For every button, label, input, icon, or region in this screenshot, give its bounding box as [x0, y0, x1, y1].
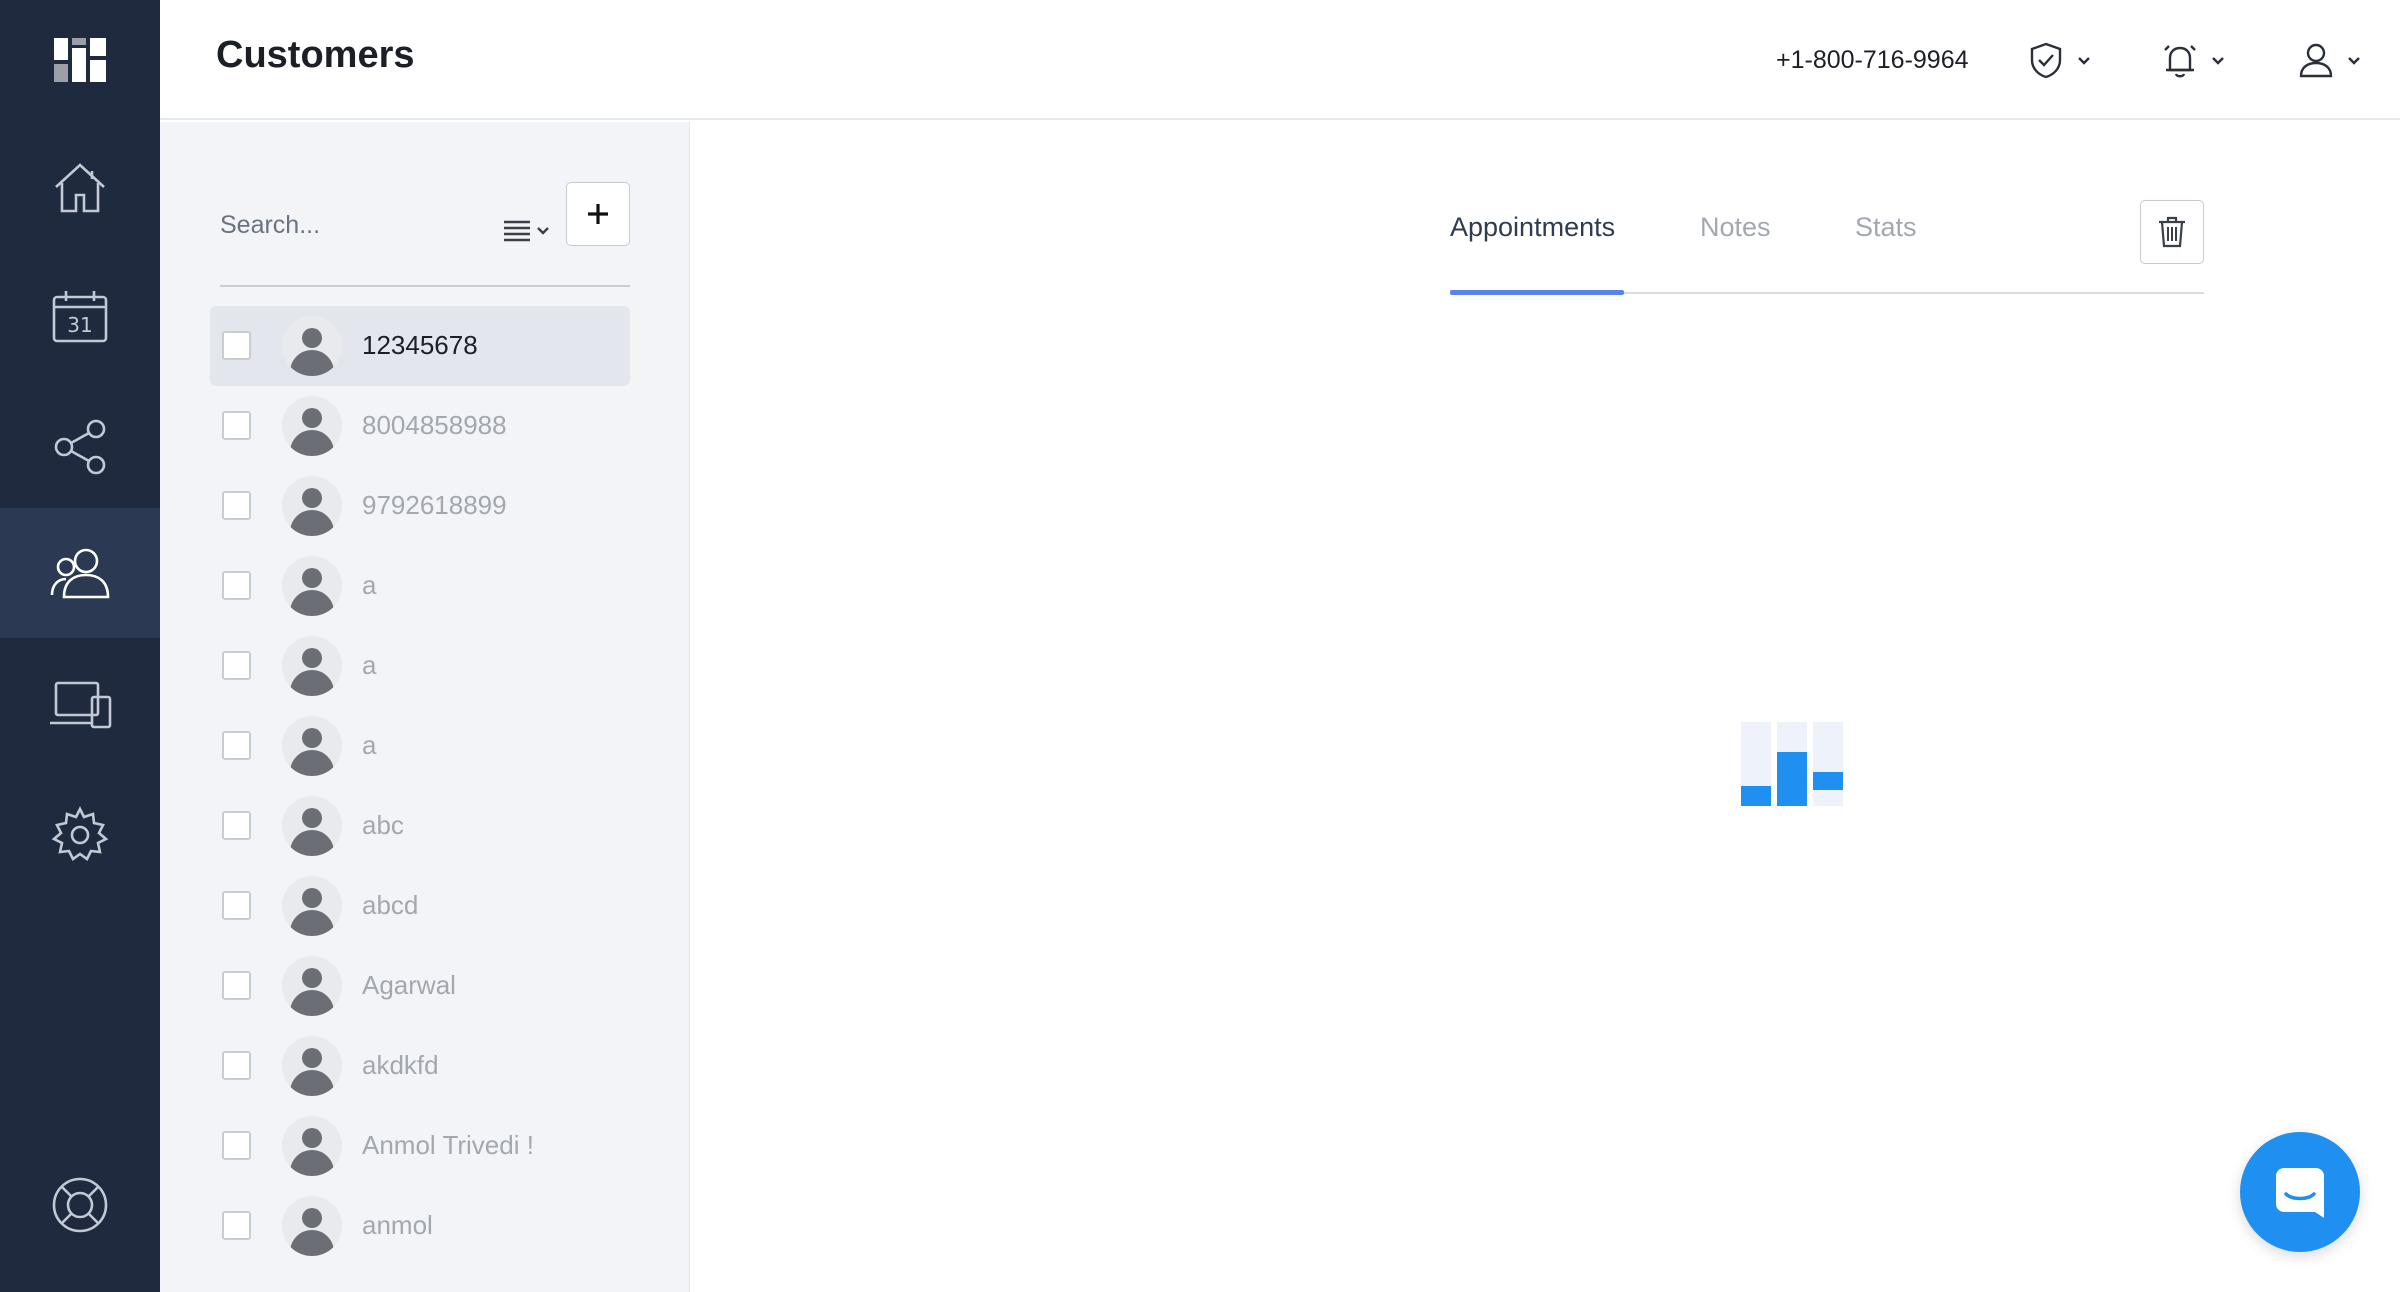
- nav-help[interactable]: [0, 1140, 160, 1270]
- customer-name: abc: [362, 810, 404, 840]
- customer-checkbox[interactable]: [222, 971, 251, 1000]
- trash-icon: [2159, 216, 2185, 248]
- tab-stats[interactable]: Stats: [1855, 212, 1917, 273]
- customer-checkbox[interactable]: [222, 491, 251, 520]
- detail-tabs: Appointments Notes Stats: [1450, 212, 2204, 295]
- chat-icon: [2276, 1168, 2324, 1218]
- avatar-icon: [282, 876, 342, 936]
- active-tab-indicator: [1450, 290, 1624, 295]
- nav-rail: 31: [0, 0, 160, 1292]
- customer-row[interactable]: Anmol Trivedi !: [210, 1106, 630, 1186]
- customer-list: 12345678 8004858988 9792618899 a a a abc abcd Ag…: [210, 306, 630, 1266]
- avatar-icon: [282, 956, 342, 1016]
- list-menu-icon: [504, 220, 549, 242]
- calendar-day: 31: [67, 313, 92, 337]
- customer-checkbox[interactable]: [222, 1051, 251, 1080]
- customer-row[interactable]: 9792618899: [210, 466, 630, 546]
- avatar-icon: [282, 556, 342, 616]
- customer-checkbox[interactable]: [222, 331, 251, 360]
- customer-name: a: [362, 730, 377, 760]
- nav-share[interactable]: [0, 382, 160, 512]
- delete-customer-button[interactable]: [2140, 200, 2204, 264]
- customer-row[interactable]: a: [210, 546, 630, 626]
- settings-icon: [51, 806, 109, 861]
- chevron-down-icon: [2212, 57, 2224, 65]
- support-phone[interactable]: +1-800-716-9964: [1776, 46, 1969, 75]
- nav-customers[interactable]: [0, 508, 160, 638]
- customer-checkbox[interactable]: [222, 651, 251, 680]
- page-title: Customers: [216, 34, 415, 76]
- avatar-icon: [282, 1196, 342, 1256]
- avatar-icon: [282, 716, 342, 776]
- security-menu[interactable]: [2026, 36, 2092, 84]
- shield-check-icon: [2030, 42, 2062, 79]
- chevron-down-icon: [2078, 57, 2090, 65]
- avatar-icon: [282, 636, 342, 696]
- loading-spinner: [1741, 722, 1851, 812]
- avatar-icon: [282, 1036, 342, 1096]
- user-icon: [2299, 43, 2333, 78]
- customer-name: anmol: [362, 1210, 433, 1240]
- customer-name: Anmol Trivedi !: [362, 1130, 534, 1160]
- customer-list-panel: 12345678 8004858988 9792618899 a a a abc abcd Ag…: [160, 122, 690, 1292]
- list-view-menu-button[interactable]: [498, 200, 558, 260]
- share-icon: [54, 419, 106, 475]
- plus-icon: [588, 204, 608, 224]
- customer-name: a: [362, 650, 377, 680]
- customer-checkbox[interactable]: [222, 411, 251, 440]
- customer-checkbox[interactable]: [222, 731, 251, 760]
- tab-notes[interactable]: Notes: [1700, 212, 1771, 273]
- customer-name: 8004858988: [362, 410, 507, 440]
- customer-checkbox[interactable]: [222, 1211, 251, 1240]
- help-icon: [52, 1177, 108, 1233]
- avatar-icon: [282, 476, 342, 536]
- customer-name: a: [362, 570, 377, 600]
- customer-name: Agarwal: [362, 970, 456, 1000]
- customer-checkbox[interactable]: [222, 571, 251, 600]
- customers-icon: [50, 548, 110, 599]
- customer-name: 9792618899: [362, 490, 507, 520]
- bell-icon: [2164, 45, 2196, 78]
- customer-row[interactable]: a: [210, 706, 630, 786]
- chat-widget-button[interactable]: [2240, 1132, 2360, 1252]
- customer-search-input[interactable]: [220, 202, 480, 248]
- nav-calendar[interactable]: 31: [0, 252, 160, 382]
- customer-row[interactable]: abc: [210, 786, 630, 866]
- tab-appointments[interactable]: Appointments: [1450, 212, 1615, 273]
- nav-home[interactable]: [0, 122, 160, 252]
- customer-name: 12345678: [362, 330, 478, 360]
- customer-row[interactable]: a: [210, 626, 630, 706]
- customer-row[interactable]: 8004858988: [210, 386, 630, 466]
- avatar-icon: [282, 396, 342, 456]
- notifications-menu[interactable]: [2160, 36, 2226, 84]
- customer-row[interactable]: abcd: [210, 866, 630, 946]
- nav-devices[interactable]: [0, 640, 160, 770]
- chevron-down-icon: [2348, 57, 2360, 65]
- customer-checkbox[interactable]: [222, 891, 251, 920]
- logo-icon: [54, 38, 106, 82]
- home-icon: [55, 163, 105, 213]
- avatar-icon: [282, 1116, 342, 1176]
- customer-row[interactable]: akdkfd: [210, 1026, 630, 1106]
- search-underline: [220, 285, 630, 287]
- devices-icon: [50, 681, 112, 729]
- customer-row[interactable]: Agarwal: [210, 946, 630, 1026]
- nav-settings[interactable]: [0, 770, 160, 900]
- customer-name: abcd: [362, 890, 419, 920]
- customer-detail: Appointments Notes Stats: [691, 122, 2400, 1292]
- app-logo[interactable]: [0, 0, 160, 120]
- calendar-icon: 31: [52, 291, 108, 343]
- top-header: Customers +1-800-716-9964: [160, 0, 2400, 120]
- avatar-icon: [282, 796, 342, 856]
- customer-row[interactable]: anmol: [210, 1186, 630, 1266]
- add-customer-button[interactable]: [566, 182, 630, 246]
- customer-row[interactable]: 12345678: [210, 306, 630, 386]
- user-menu[interactable]: [2296, 36, 2362, 84]
- customer-checkbox[interactable]: [222, 1131, 251, 1160]
- customer-checkbox[interactable]: [222, 811, 251, 840]
- avatar-icon: [282, 316, 342, 376]
- customer-name: akdkfd: [362, 1050, 439, 1080]
